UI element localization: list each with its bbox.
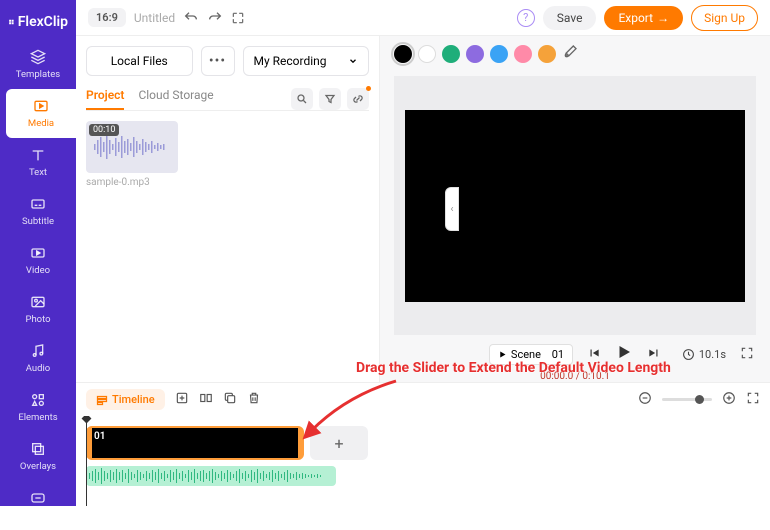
expand-icon[interactable]	[231, 11, 245, 25]
audio-waveform-icon	[86, 466, 336, 486]
prev-icon[interactable]	[587, 345, 601, 364]
local-files-button[interactable]: Local Files	[86, 46, 193, 76]
color-swatch-orange[interactable]	[538, 45, 556, 63]
sidebar-item-elements[interactable]: Elements	[0, 383, 76, 432]
thumb-duration: 00:10	[89, 124, 119, 136]
zoom-slider[interactable]	[662, 398, 712, 401]
search-icon[interactable]	[291, 88, 313, 110]
sidebar-item-audio[interactable]: Audio	[0, 334, 76, 383]
my-recording-dropdown[interactable]: My Recording	[243, 46, 370, 76]
unlink-icon[interactable]	[347, 88, 369, 110]
color-picker-icon[interactable]	[562, 44, 578, 64]
clock-icon	[682, 348, 695, 361]
waveform-icon	[92, 132, 172, 162]
filter-icon[interactable]	[319, 88, 341, 110]
fullscreen-icon[interactable]	[740, 345, 754, 364]
undo-icon[interactable]	[183, 10, 199, 26]
color-palette	[388, 42, 762, 70]
clip-number: 01	[94, 431, 105, 442]
split-icon[interactable]	[199, 390, 213, 409]
scene-button[interactable]: Scene 01	[489, 344, 573, 365]
sidebar: FlexClip Templates Media Text Subtitle V…	[0, 0, 76, 506]
copy-icon[interactable]	[223, 390, 237, 409]
tab-cloud-storage[interactable]: Cloud Storage	[138, 88, 213, 110]
color-swatch-purple[interactable]	[466, 45, 484, 63]
color-swatch-white[interactable]	[418, 45, 436, 63]
sidebar-item-subtitle[interactable]: Subtitle	[0, 187, 76, 236]
zoom-in-icon[interactable]	[722, 390, 736, 409]
save-button[interactable]: Save	[543, 6, 597, 30]
sidebar-item-text[interactable]: Text	[0, 138, 76, 187]
color-swatch-blue[interactable]	[490, 45, 508, 63]
chevron-down-icon	[348, 56, 358, 66]
media-panel: Local Files ••• My Recording Project Clo…	[76, 36, 380, 382]
sidebar-item-overlays[interactable]: Overlays	[0, 432, 76, 481]
video-clip[interactable]: 01	[86, 426, 304, 460]
tab-project[interactable]: Project	[86, 88, 124, 110]
color-swatch-black[interactable]	[394, 45, 412, 63]
timeline-area: Timeline 01 +	[76, 382, 770, 506]
add-clip-button[interactable]: +	[310, 426, 368, 460]
timeline-mode-button[interactable]: Timeline	[86, 389, 165, 410]
delete-icon[interactable]	[247, 390, 261, 409]
play-controls: Scene 01 10.1s	[388, 335, 762, 373]
sidebar-item-media[interactable]: Media	[6, 89, 76, 138]
media-thumb[interactable]: 00:10 sample-0.mp3	[86, 121, 178, 188]
topbar: 16:9 Untitled ? Save Export→ Sign Up	[76, 0, 770, 36]
color-swatch-green[interactable]	[442, 45, 460, 63]
more-options-button[interactable]: •••	[201, 46, 235, 76]
help-icon[interactable]: ?	[517, 9, 535, 27]
fit-icon[interactable]	[746, 390, 760, 409]
sidebar-item-photo[interactable]: Photo	[0, 285, 76, 334]
play-icon[interactable]	[615, 343, 633, 365]
sidebar-item-templates[interactable]: Templates	[0, 40, 76, 89]
sidebar-item-video[interactable]: Video	[0, 236, 76, 285]
thumb-filename: sample-0.mp3	[86, 177, 178, 188]
zoom-out-icon[interactable]	[638, 390, 652, 409]
logo: FlexClip	[0, 8, 76, 40]
collapse-panel-handle[interactable]: ‹	[445, 187, 459, 231]
duration-display[interactable]: 10.1s	[682, 348, 726, 361]
audio-clip[interactable]	[86, 466, 336, 486]
add-track-icon[interactable]	[175, 390, 189, 409]
aspect-ratio-badge[interactable]: 16:9	[88, 8, 126, 27]
color-swatch-pink[interactable]	[514, 45, 532, 63]
preview-panel: Scene 01 10.1s 00:00.0 / 0:10.1	[380, 36, 770, 382]
signup-button[interactable]: Sign Up	[691, 5, 758, 31]
next-icon[interactable]	[647, 345, 661, 364]
export-button[interactable]: Export→	[604, 6, 683, 30]
playhead[interactable]	[86, 416, 87, 506]
project-title[interactable]: Untitled	[134, 11, 175, 25]
redo-icon[interactable]	[207, 10, 223, 26]
